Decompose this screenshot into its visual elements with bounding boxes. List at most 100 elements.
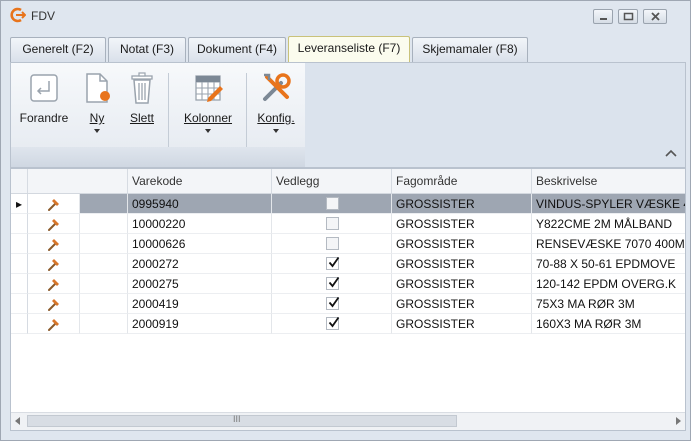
cell-varekode[interactable]: 0995940 [128, 194, 272, 214]
scrollbar-thumb[interactable]: III [27, 414, 457, 427]
scroll-right-icon[interactable] [676, 417, 681, 425]
table-row[interactable]: 2000272 GROSSISTER 70-88 X 50-61 EPDMOVE [11, 254, 685, 274]
cell-beskrivelse[interactable]: 75X3 MA RØR 3M [532, 294, 685, 314]
hammer-icon [46, 196, 62, 213]
vedlegg-checkbox[interactable] [325, 217, 339, 230]
cell-vedlegg[interactable] [272, 214, 392, 234]
ny-dropdown-arrow-icon [94, 129, 100, 133]
cell-fagomrade[interactable]: GROSSISTER [392, 214, 532, 234]
cell-beskrivelse[interactable]: 120-142 EPDM OVERG.K [532, 274, 685, 294]
row-spacer [80, 194, 128, 214]
row-indicator: ▸ [11, 194, 28, 214]
table-row[interactable]: ▸ 0995940 GROSSISTER VINDUS-SPYLER VÆSKE 4 [11, 194, 685, 214]
cell-fagomrade[interactable]: GROSSISTER [392, 254, 532, 274]
vedlegg-checkbox[interactable] [325, 237, 339, 250]
cell-beskrivelse[interactable]: 160X3 MA RØR 3M [532, 314, 685, 334]
header-indicator [11, 169, 28, 193]
edit-icon [30, 74, 58, 102]
close-button[interactable] [643, 9, 667, 24]
cell-beskrivelse[interactable]: 70-88 X 50-61 EPDMOVE [532, 254, 685, 274]
hammer-icon [46, 216, 62, 233]
cell-fagomrade[interactable]: GROSSISTER [392, 314, 532, 334]
row-spacer [80, 254, 128, 274]
row-indicator [11, 254, 28, 274]
scroll-left-icon[interactable] [15, 417, 20, 425]
hammer-icon [46, 256, 62, 273]
row-spacer [80, 274, 128, 294]
window-title: FDV [31, 9, 55, 23]
ribbon-separator [246, 73, 247, 149]
row-spacer [80, 314, 128, 334]
vedlegg-checkbox[interactable] [325, 256, 339, 270]
table-row[interactable]: 2000419 GROSSISTER 75X3 MA RØR 3M [11, 294, 685, 314]
cell-beskrivelse[interactable]: RENSEVÆSKE 7070 400M [532, 234, 685, 254]
slett-button[interactable]: Slett [121, 67, 163, 151]
row-indicator [11, 314, 28, 334]
tab-generelt[interactable]: Generelt (F2) [10, 37, 106, 62]
row-indicator [11, 214, 28, 234]
tab-skjemamaler[interactable]: Skjemamaler (F8) [412, 37, 528, 62]
vedlegg-checkbox[interactable] [325, 197, 339, 210]
forandre-label: Forandre [19, 111, 69, 125]
row-spacer [80, 234, 128, 254]
title-bar[interactable]: FDV [1, 1, 690, 31]
hammer-icon [46, 276, 62, 293]
cell-fagomrade[interactable]: GROSSISTER [392, 194, 532, 214]
collapse-ribbon-icon[interactable] [665, 149, 677, 159]
vedlegg-checkbox[interactable] [325, 296, 339, 310]
table-row[interactable]: 10000220 GROSSISTER Y822CME 2M MÅLBAND [11, 214, 685, 234]
kolonner-button[interactable]: Kolonner [175, 67, 241, 151]
forandre-button[interactable]: Forandre [15, 67, 73, 151]
cell-fagomrade[interactable]: GROSSISTER [392, 294, 532, 314]
cell-varekode[interactable]: 10000626 [128, 234, 272, 254]
cell-vedlegg[interactable] [272, 234, 392, 254]
cell-varekode[interactable]: 2000275 [128, 274, 272, 294]
minimize-icon [600, 18, 607, 20]
fdv-window: FDV Generelt (F2) Notat (F3) Dokument (F… [0, 0, 691, 441]
tab-notat[interactable]: Notat (F3) [108, 37, 186, 62]
table-row[interactable]: 10000626 GROSSISTER RENSEVÆSKE 7070 400M [11, 234, 685, 254]
cell-vedlegg[interactable] [272, 194, 392, 214]
header-icon [28, 169, 128, 193]
row-indicator [11, 234, 28, 254]
row-indicator [11, 274, 28, 294]
hammer-icon [46, 296, 62, 313]
table-row[interactable]: 2000275 GROSSISTER 120-142 EPDM OVERG.K [11, 274, 685, 294]
cell-fagomrade[interactable]: GROSSISTER [392, 234, 532, 254]
horizontal-scrollbar[interactable]: III [11, 412, 685, 430]
cell-varekode[interactable]: 2000919 [128, 314, 272, 334]
vedlegg-checkbox[interactable] [325, 276, 339, 290]
konfig-button[interactable]: Konfig. [251, 67, 301, 151]
cell-varekode[interactable]: 2000272 [128, 254, 272, 274]
vedlegg-checkbox[interactable] [325, 316, 339, 330]
header-fagomrade[interactable]: Fagområde [392, 169, 532, 193]
ny-button[interactable]: Ny [77, 67, 117, 151]
maximize-icon [623, 12, 634, 21]
table-row[interactable]: 2000919 GROSSISTER 160X3 MA RØR 3M [11, 314, 685, 334]
minimize-button[interactable] [593, 9, 613, 24]
fdv-logo-icon [10, 7, 26, 23]
maximize-button[interactable] [618, 9, 638, 24]
header-beskrivelse[interactable]: Beskrivelse [532, 169, 685, 193]
tab-leveranseliste[interactable]: Leveranseliste (F7) [288, 36, 410, 63]
ribbon-group-caption [11, 147, 305, 167]
header-varekode[interactable]: Varekode [128, 169, 272, 193]
scrollbar-grip: III [233, 414, 241, 424]
hammer-icon [46, 236, 62, 253]
cell-vedlegg[interactable] [272, 294, 392, 314]
hammer-icon [46, 316, 62, 333]
cell-varekode[interactable]: 10000220 [128, 214, 272, 234]
cell-vedlegg[interactable] [272, 274, 392, 294]
cell-fagomrade[interactable]: GROSSISTER [392, 274, 532, 294]
tab-dokument[interactable]: Dokument (F4) [188, 37, 286, 62]
slett-label: Slett [129, 111, 154, 125]
cell-beskrivelse[interactable]: VINDUS-SPYLER VÆSKE 4 [532, 194, 685, 214]
cell-varekode[interactable]: 2000419 [128, 294, 272, 314]
cell-vedlegg[interactable] [272, 254, 392, 274]
row-spacer [80, 294, 128, 314]
cell-beskrivelse[interactable]: Y822CME 2M MÅLBAND [532, 214, 685, 234]
row-indicator [11, 294, 28, 314]
header-vedlegg[interactable]: Vedlegg [272, 169, 392, 193]
grid-header: Varekode Vedlegg Fagområde Beskrivelse [11, 169, 685, 194]
cell-vedlegg[interactable] [272, 314, 392, 334]
